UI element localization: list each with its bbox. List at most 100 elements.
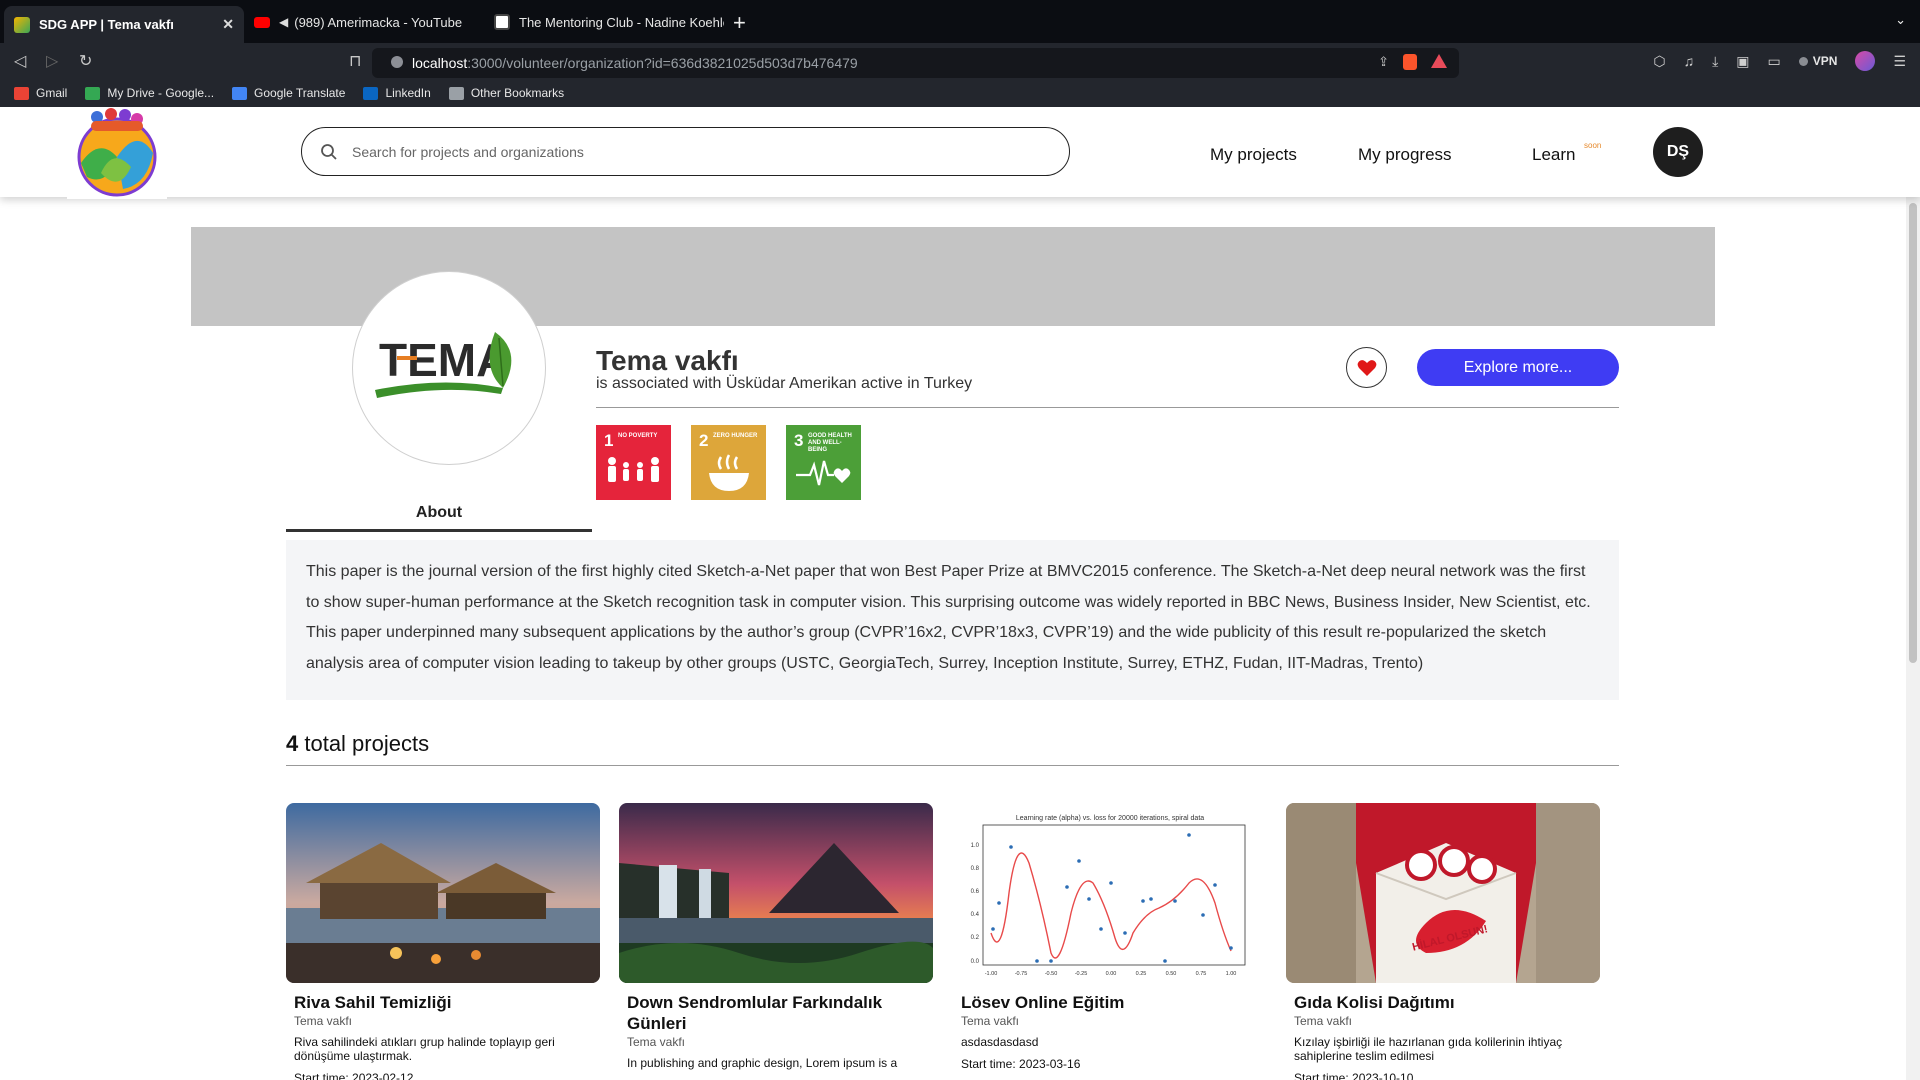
heart-icon <box>1357 359 1376 376</box>
speaker-icon[interactable]: ◀ <box>279 15 288 29</box>
tab-about[interactable]: About <box>286 500 592 532</box>
linkedin-icon <box>363 86 379 100</box>
tab-title: (989) Amerimacka - YouTube <box>294 14 463 30</box>
user-avatar[interactable]: DŞ <box>1653 127 1703 177</box>
project-title[interactable]: Down Sendromlular Farkındalık Günleri <box>627 992 933 1034</box>
mentoring-favicon-icon <box>494 14 510 30</box>
sdg-goal-2-badge[interactable]: 2 ZERO HUNGER <box>691 425 766 500</box>
search-bar[interactable] <box>301 127 1070 176</box>
site-info-icon[interactable] <box>391 56 403 68</box>
new-tab-button[interactable]: + <box>733 10 746 36</box>
project-organization: Tema vakfı <box>961 1014 1020 1028</box>
project-organization: Tema vakfı <box>1294 1014 1353 1028</box>
brave-rewards-icon[interactable] <box>1431 54 1447 68</box>
reload-icon[interactable]: ↻ <box>79 51 92 71</box>
youtube-favicon-icon <box>254 16 270 28</box>
project-card[interactable]: Down Sendromlular Farkındalık Günleri Te… <box>619 803 933 1070</box>
heartbeat-icon <box>796 460 851 486</box>
project-organization: Tema vakfı <box>294 1014 353 1028</box>
plot-x-tick: 0.75 <box>1196 971 1207 977</box>
project-image-loss-plot[interactable]: Learning rate (alpha) vs. loss for 20000… <box>953 803 1267 983</box>
page-scrollbar-thumb[interactable] <box>1909 203 1917 663</box>
plot-x-tick: 0.50 <box>1166 971 1177 977</box>
close-tab-icon[interactable]: ✕ <box>222 16 234 33</box>
sdg-goal-3-badge[interactable]: 3 GOOD HEALTH AND WELL-BEING <box>786 425 861 500</box>
project-card[interactable]: Learning rate (alpha) vs. loss for 20000… <box>953 803 1267 1071</box>
tab-list-chevron-icon[interactable]: ⌄ <box>1895 12 1906 28</box>
plot-y-tick: 0.4 <box>971 912 980 918</box>
favorite-button[interactable] <box>1346 347 1387 388</box>
project-description: asdasdasdasd <box>961 1035 1039 1049</box>
nav-learn[interactable]: Learn <box>1532 145 1575 165</box>
tab-mentoring-club[interactable]: The Mentoring Club - Nadine Koehle <box>484 6 724 38</box>
browser-toolbar: ◁ ▷ ↻ ⊓ localhost:3000/volunteer/organiz… <box>0 43 1920 113</box>
project-description: Riva sahilindeki atıkları grup halinde t… <box>294 1035 555 1063</box>
folder-icon <box>448 86 464 100</box>
sdg-app-logo[interactable] <box>67 107 167 199</box>
bowl-icon <box>709 454 749 491</box>
tab-sdg-app[interactable]: SDG APP | Tema vakfı ✕ <box>4 6 244 43</box>
tab-title: SDG APP | Tema vakfı <box>39 17 174 32</box>
wallet-icon[interactable]: ▭ <box>1768 53 1781 70</box>
menu-icon[interactable]: ☰ <box>1893 53 1906 70</box>
plot-y-tick: 0.0 <box>971 959 980 965</box>
organization-association: is associated with Üsküdar Amerikan acti… <box>596 375 973 392</box>
project-description: In publishing and graphic design, Lorem … <box>627 1056 898 1070</box>
app-header: My projects My progress Learn soon DŞ <box>0 107 1920 199</box>
forward-icon[interactable]: ▷ <box>46 51 58 71</box>
browser-tab-bar: SDG APP | Tema vakfı ✕ ◀ (989) Amerimack… <box>0 0 1920 43</box>
bookmark-google-translate[interactable]: Google Translate <box>232 86 345 100</box>
organization-name: Tema vakfı <box>596 345 739 376</box>
about-text: This paper is the journal version of the… <box>286 540 1619 700</box>
vpn-button[interactable]: VPN <box>1798 54 1837 68</box>
plot-x-tick: 0.00 <box>1106 971 1117 977</box>
brave-shields-icon[interactable] <box>1403 54 1417 70</box>
search-input[interactable] <box>352 143 952 160</box>
plot-x-tick: -0.25 <box>1075 971 1088 977</box>
tab-youtube[interactable]: ◀ (989) Amerimacka - YouTube <box>244 6 484 38</box>
plot-y-tick: 0.8 <box>971 866 980 872</box>
nav-my-progress[interactable]: My progress <box>1358 145 1452 165</box>
bookmark-page-icon[interactable]: ⊓ <box>349 51 361 71</box>
nav-my-projects[interactable]: My projects <box>1210 145 1297 165</box>
organization-logo: TEMA <box>352 271 546 465</box>
project-organization: Tema vakfı <box>627 1035 686 1049</box>
soon-badge: soon <box>1584 141 1602 150</box>
bookmark-other[interactable]: Other Bookmarks <box>448 86 564 100</box>
address-bar[interactable]: localhost:3000/volunteer/organization?id… <box>372 48 1459 78</box>
project-title[interactable]: Riva Sahil Temizliği <box>294 992 600 1013</box>
project-title[interactable]: Lösev Online Eğitim <box>961 992 1267 1013</box>
drive-icon <box>85 86 101 100</box>
bookmark-my-drive[interactable]: My Drive - Google... <box>85 86 214 100</box>
project-image-food-box[interactable]: HİLAL OLSUN! <box>1286 803 1600 983</box>
projects-divider <box>286 765 1619 766</box>
family-icon <box>608 457 659 482</box>
media-icon[interactable]: ♫ <box>1684 53 1695 69</box>
bookmarks-bar: Gmail My Drive - Google... Google Transl… <box>0 80 1920 106</box>
explore-more-button[interactable]: Explore more... <box>1417 349 1619 386</box>
profile-icon[interactable] <box>1855 51 1876 71</box>
project-image-beach-resort[interactable] <box>286 803 600 983</box>
project-card[interactable]: HİLAL OLSUN! Gıda Kolisi Dağıtımı Tema v… <box>1286 803 1600 1080</box>
organization-divider <box>596 407 1619 408</box>
bookmark-gmail[interactable]: Gmail <box>14 86 67 100</box>
project-title[interactable]: Gıda Kolisi Dağıtımı <box>1294 992 1600 1013</box>
back-icon[interactable]: ◁ <box>14 51 26 71</box>
project-image-waterfall[interactable] <box>619 803 933 983</box>
sidebar-icon[interactable]: ▣ <box>1736 53 1749 70</box>
vpn-status-icon <box>1798 56 1808 66</box>
project-start-time: Start time: 2023-02-12 <box>294 1071 414 1080</box>
bookmark-linkedin[interactable]: LinkedIn <box>363 86 431 100</box>
total-projects-heading: 4 total projects <box>286 731 430 756</box>
extensions-icon[interactable]: ⬡ <box>1653 53 1665 70</box>
plot-x-tick: -1.00 <box>985 971 998 977</box>
plot-y-tick: 1.0 <box>971 843 980 849</box>
plot-y-tick: 0.6 <box>971 889 980 895</box>
gmail-icon <box>14 86 29 100</box>
downloads-icon[interactable]: ⤓ <box>1712 53 1718 70</box>
share-icon[interactable]: ⇪ <box>1378 54 1389 70</box>
project-card[interactable]: Riva Sahil Temizliği Tema vakfı Riva sah… <box>286 803 600 1080</box>
sdg-goal-1-badge[interactable]: 1 NO POVERTY <box>596 425 671 500</box>
page-content: My projects My progress Learn soon DŞ TE… <box>0 107 1920 1080</box>
project-description: Kızılay işbirliği ile hazırlanan gıda ko… <box>1294 1035 1563 1063</box>
